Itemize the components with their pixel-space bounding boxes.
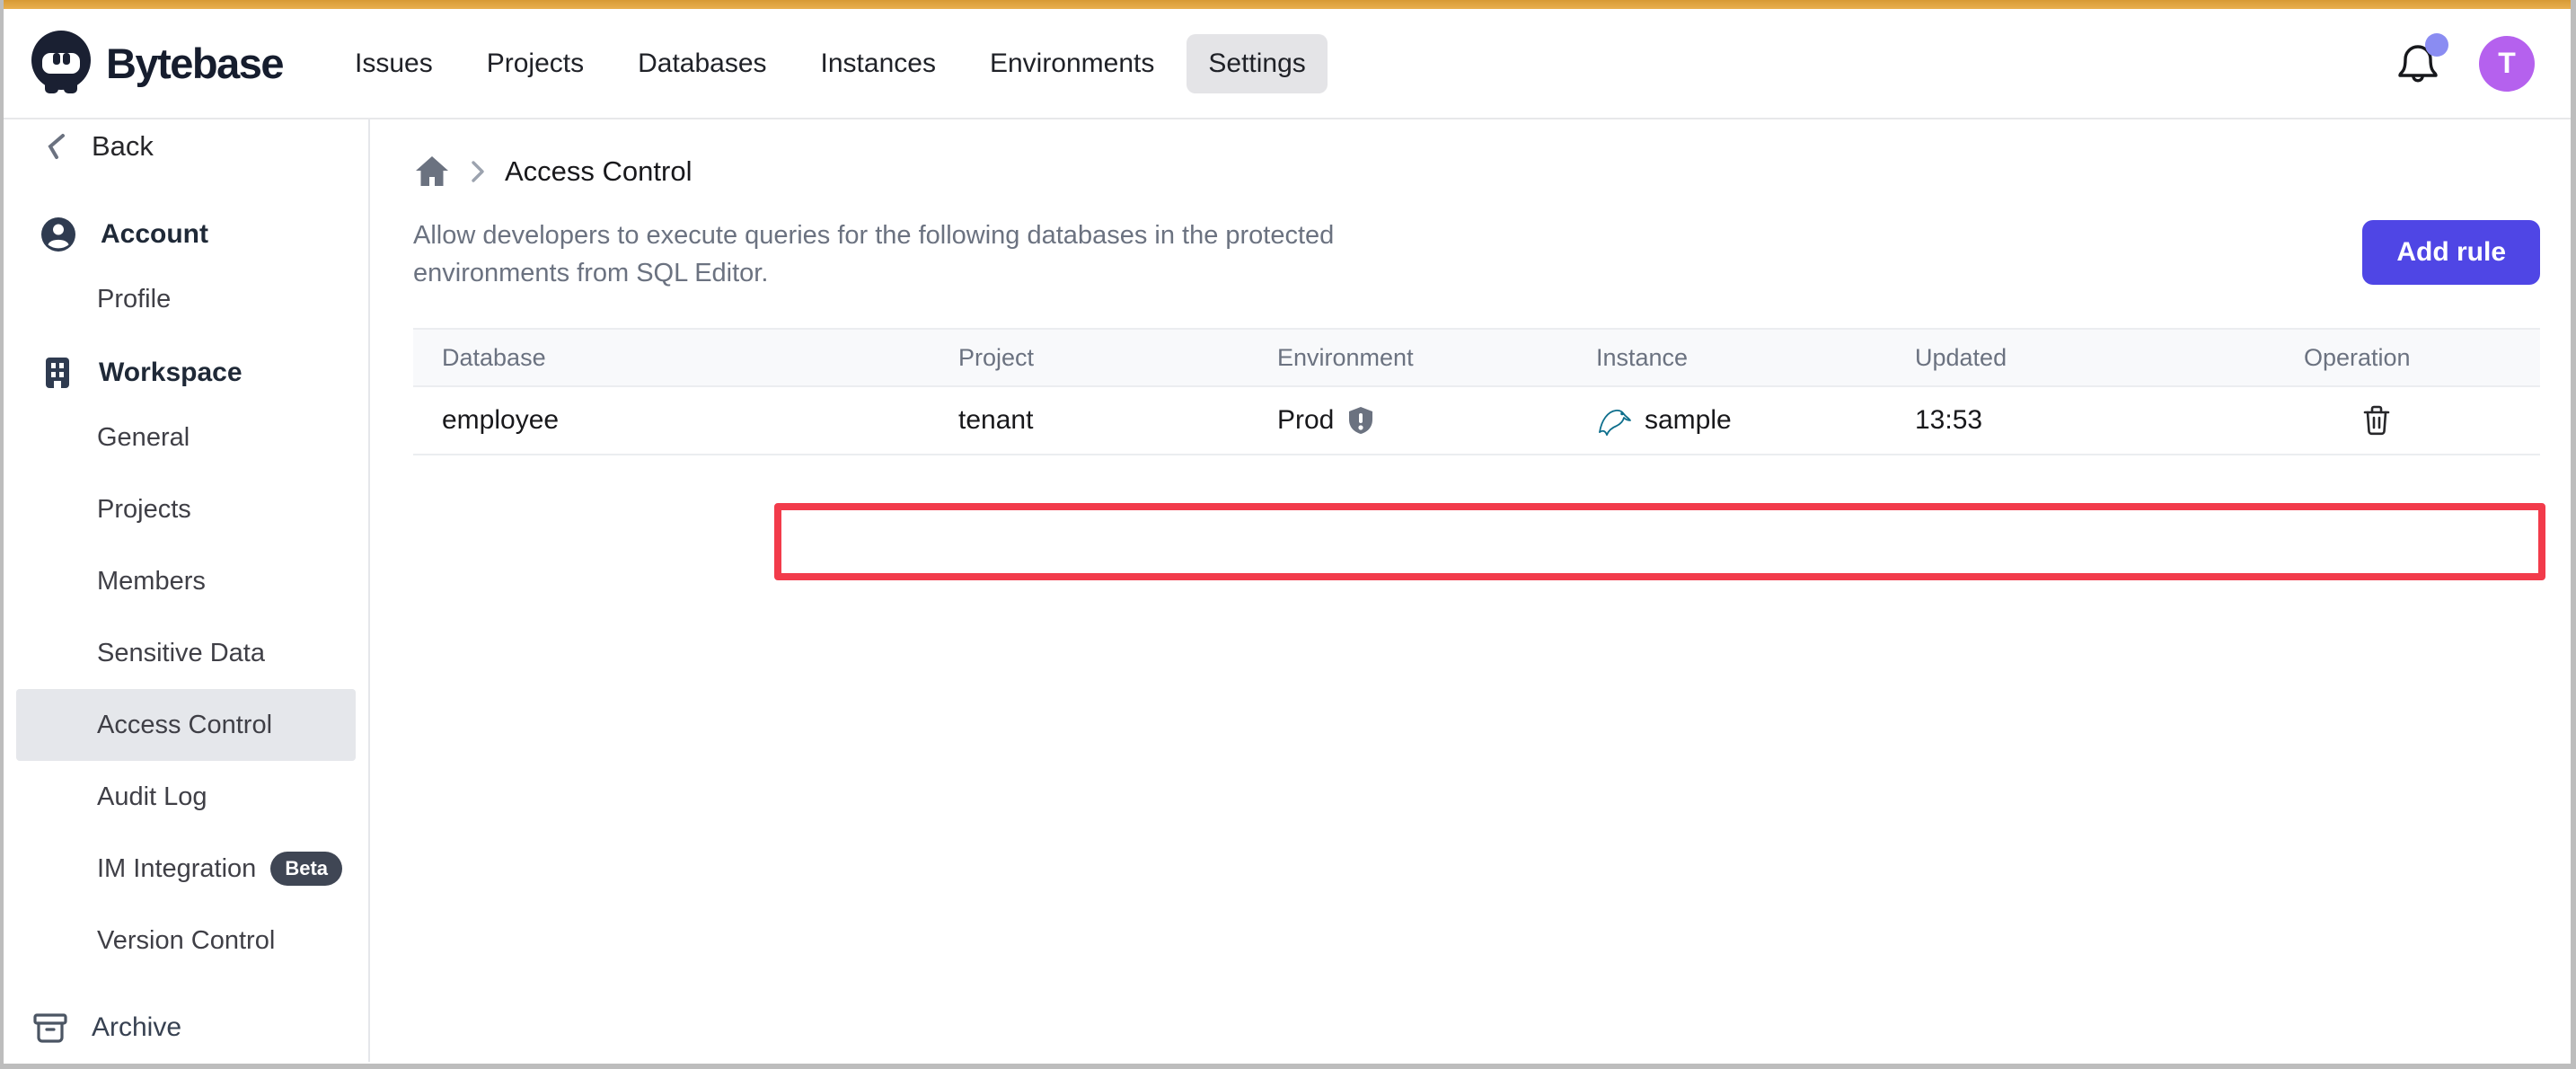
sidebar-item-profile[interactable]: Profile	[4, 263, 368, 335]
breadcrumb-chevron-icon	[469, 159, 487, 184]
cell-environment: Prod	[1248, 405, 1567, 436]
col-header-updated: Updated	[1886, 344, 2275, 372]
page-description: Allow developers to execute queries for …	[413, 216, 1491, 292]
window-top-strip	[4, 0, 2571, 9]
main-content: Access Control Allow developers to execu…	[370, 119, 2576, 1062]
sidebar-item-audit-log[interactable]: Audit Log	[4, 761, 368, 833]
sidebar-item-members[interactable]: Members	[4, 545, 368, 617]
settings-sidebar: Back Account Profile	[4, 119, 370, 1062]
notification-dot	[2425, 33, 2448, 57]
bytebase-logo[interactable]: Bytebase	[27, 30, 283, 98]
cell-operation	[2275, 404, 2540, 437]
sidebar-item-label: IM Integration	[97, 854, 256, 884]
notifications-button[interactable]	[2395, 40, 2441, 87]
back-button[interactable]: Back	[4, 125, 368, 168]
col-header-operation: Operation	[2275, 344, 2540, 372]
user-icon	[40, 216, 77, 253]
sidebar-item-projects[interactable]: Projects	[4, 473, 368, 545]
back-chevron-icon	[45, 133, 68, 160]
sidebar-item-im-integration[interactable]: IM Integration Beta	[4, 833, 368, 905]
delete-rule-button[interactable]	[2361, 404, 2392, 437]
red-highlight-annotation	[774, 503, 2545, 580]
archive-icon	[31, 1008, 70, 1047]
nav-environments[interactable]: Environments	[968, 34, 1176, 93]
app-window: Bytebase Issues Projects Databases Insta…	[0, 0, 2576, 1069]
sidebar-item-version-control[interactable]: Version Control	[4, 905, 368, 976]
sidebar-item-archive[interactable]: Archive	[31, 1008, 181, 1047]
cell-instance: sample	[1567, 404, 1886, 437]
cell-database: employee	[413, 405, 930, 436]
access-rules-table: Database Project Environment Instance Up…	[413, 328, 2540, 455]
section-label: Account	[101, 219, 208, 250]
shield-alert-icon	[1346, 405, 1375, 436]
top-navbar: Bytebase Issues Projects Databases Insta…	[4, 9, 2571, 119]
beta-badge: Beta	[270, 852, 342, 886]
section-label: Workspace	[99, 358, 243, 388]
brand-name: Bytebase	[106, 39, 283, 88]
nav-issues[interactable]: Issues	[333, 34, 454, 93]
nav-instances[interactable]: Instances	[799, 34, 957, 93]
col-header-environment: Environment	[1248, 344, 1567, 372]
sidebar-section-workspace: Workspace	[4, 344, 368, 402]
header-right: T	[2395, 36, 2535, 92]
avatar[interactable]: T	[2479, 36, 2535, 92]
cell-updated: 13:53	[1886, 405, 2275, 436]
sidebar-section-account: Account	[4, 206, 368, 263]
nav-settings[interactable]: Settings	[1187, 34, 1327, 93]
table-row: employee tenant Prod	[413, 387, 2540, 455]
add-rule-button[interactable]: Add rule	[2362, 220, 2540, 285]
cell-project: tenant	[930, 405, 1248, 436]
page-title: Access Control	[505, 155, 692, 188]
col-header-project: Project	[930, 344, 1248, 372]
col-header-database: Database	[413, 344, 930, 372]
nav-projects[interactable]: Projects	[465, 34, 605, 93]
archive-label: Archive	[92, 1012, 181, 1043]
table-header-row: Database Project Environment Instance Up…	[413, 328, 2540, 387]
col-header-instance: Instance	[1567, 344, 1886, 372]
main-nav: Issues Projects Databases Instances Envi…	[328, 34, 1333, 93]
sidebar-item-general[interactable]: General	[4, 402, 368, 473]
breadcrumb: Access Control	[413, 152, 2540, 191]
mysql-icon	[1596, 404, 1632, 437]
trash-icon	[2361, 404, 2392, 437]
home-icon[interactable]	[413, 154, 451, 190]
bytebase-logo-icon	[27, 30, 95, 98]
back-label: Back	[92, 130, 154, 163]
sidebar-item-sensitive-data[interactable]: Sensitive Data	[4, 617, 368, 689]
building-icon	[40, 355, 75, 391]
sidebar-item-access-control[interactable]: Access Control	[16, 689, 356, 761]
nav-databases[interactable]: Databases	[616, 34, 788, 93]
